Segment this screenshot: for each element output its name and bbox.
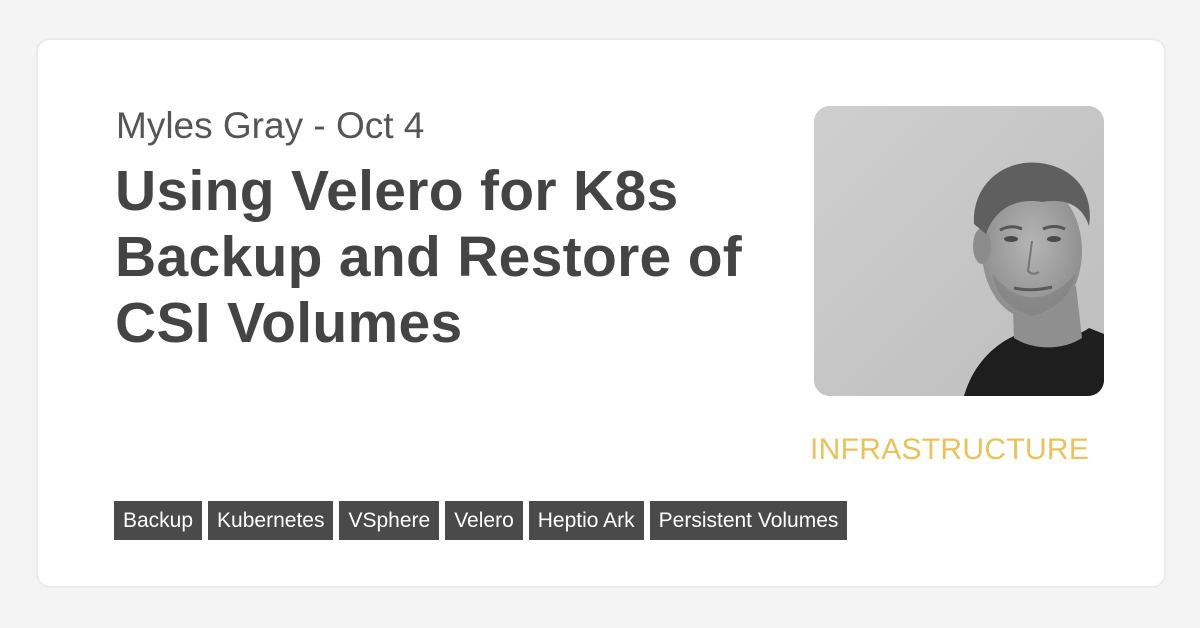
post-meta: Myles Gray - Oct 4 <box>116 105 425 146</box>
tag-list: Backup Kubernetes VSphere Velero Heptio … <box>114 501 848 540</box>
tag-heptio-ark[interactable]: Heptio Ark <box>528 501 644 540</box>
tag-persistent-volumes[interactable]: Persistent Volumes <box>649 501 848 540</box>
tag-kubernetes[interactable]: Kubernetes <box>208 501 334 540</box>
tag-backup[interactable]: Backup <box>114 501 203 540</box>
post-title[interactable]: Using Velero for K8s Backup and Restore … <box>115 158 775 356</box>
author-photo <box>814 106 1104 396</box>
post-card: Myles Gray - Oct 4 Using Velero for K8s … <box>36 38 1166 588</box>
tag-velero[interactable]: Velero <box>445 501 523 540</box>
tag-vsphere[interactable]: VSphere <box>339 501 440 540</box>
post-category[interactable]: INFRASTRUCTURE <box>810 432 1089 468</box>
